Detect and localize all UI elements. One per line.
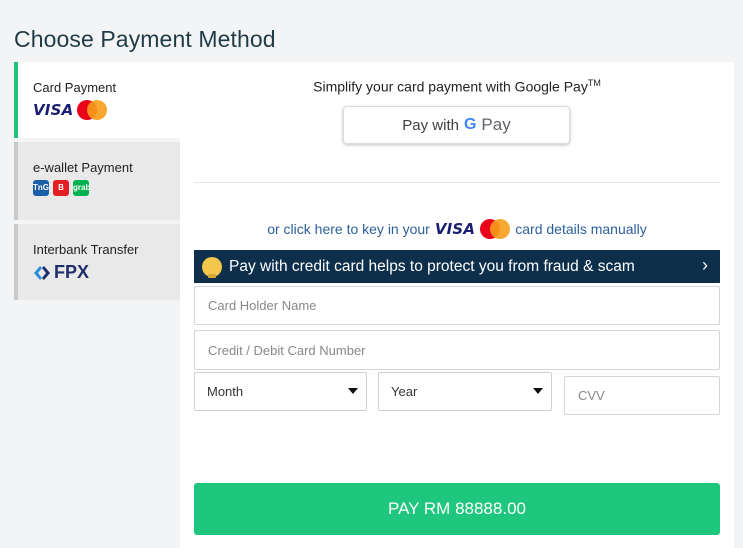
google-pay-button-label: Pay with (402, 116, 459, 134)
fpx-logo-icon: FPX (33, 262, 180, 283)
boost-icon: B (53, 180, 69, 196)
year-select[interactable]: Year (378, 372, 552, 411)
manual-card-entry-link[interactable]: or click here to key in your VISA card d… (180, 219, 734, 239)
banner-text: Pay with credit card helps to protect yo… (229, 257, 635, 275)
sidebar-item-label: e-wallet Payment (33, 160, 133, 175)
dropdown-arrow-icon (348, 388, 358, 394)
google-pay-button[interactable]: Pay with G Pay (343, 106, 570, 144)
grabpay-icon: grab (73, 180, 90, 196)
sidebar-item-interbank-transfer[interactable]: Interbank Transfer FPX (14, 224, 180, 300)
sidebar-item-card-payment[interactable]: Card Payment VISA (14, 62, 180, 138)
cvv-input[interactable]: CVV (564, 376, 720, 415)
month-select[interactable]: Month (194, 372, 367, 411)
mastercard-logo-icon (480, 219, 511, 239)
visa-logo-icon: VISA (434, 220, 476, 238)
touch-n-go-icon: TnG (33, 180, 49, 196)
card-payment-panel: Simplify your card payment with Google P… (180, 62, 734, 548)
sidebar-item-ewallet-payment[interactable]: e-wallet Payment TnG B grab (14, 142, 180, 220)
mastercard-logo-icon (77, 100, 108, 120)
google-g-icon: G (463, 116, 477, 133)
pay-button[interactable]: PAY RM 88888.00 (194, 483, 720, 535)
chevron-right-icon: › (702, 255, 708, 275)
visa-logo-icon: VISA (33, 101, 74, 119)
card-number-input[interactable]: Credit / Debit Card Number (194, 330, 720, 370)
page-title: Choose Payment Method (14, 26, 276, 52)
lightbulb-icon (202, 256, 222, 278)
card-holder-name-input[interactable]: Card Holder Name (194, 286, 720, 325)
sidebar-item-label: Interbank Transfer (33, 242, 139, 257)
divider (194, 182, 720, 183)
sidebar-item-label: Card Payment (33, 80, 117, 95)
fraud-protection-banner[interactable]: Pay with credit card helps to protect yo… (194, 250, 720, 283)
payment-method-sidebar: Card Payment VISA e-wallet Payment TnG B… (14, 62, 180, 304)
google-pay-prompt: Simplify your card payment with Google P… (313, 78, 601, 95)
dropdown-arrow-icon (533, 388, 543, 394)
